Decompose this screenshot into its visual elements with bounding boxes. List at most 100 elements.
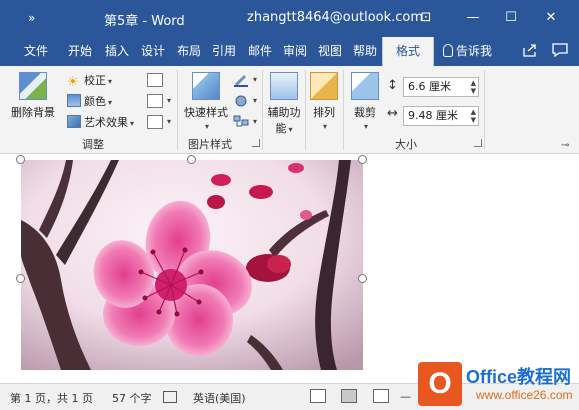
tell-me-search[interactable]: 告诉我 [443, 37, 492, 66]
chevron-down-icon: ▾ [363, 122, 368, 131]
tab-references[interactable]: 引用 [212, 37, 236, 66]
peach-blossom-image [21, 160, 363, 370]
chevron-down-icon: ▾ [204, 122, 209, 131]
watermark-brand: Office教程网 [466, 367, 572, 387]
quick-access-toolbar-more-icon[interactable]: » [28, 11, 35, 25]
share-icon[interactable] [521, 43, 539, 59]
chevron-down-icon: ▾ [322, 122, 327, 131]
tab-home[interactable]: 开始 [68, 37, 92, 66]
site-watermark: O Office教程网 www.office26.com [418, 359, 576, 409]
width-value: 9.48 厘米 [408, 109, 458, 122]
remove-background-icon [19, 72, 47, 100]
compress-pictures-icon[interactable] [147, 73, 163, 87]
crop-button[interactable]: 裁剪 ▾ [347, 72, 383, 131]
shape-width-icon: ↔ [387, 106, 398, 121]
chevron-down-icon[interactable]: ▾ [253, 96, 257, 105]
language-indicator[interactable]: 英语(美国) [193, 390, 246, 406]
remove-background-label: 删除背景 [11, 106, 55, 119]
picture-effects-icon[interactable] [233, 94, 249, 108]
artistic-effects-icon [67, 115, 81, 128]
print-layout-icon[interactable] [341, 389, 357, 403]
tab-help[interactable]: 帮助 [353, 37, 377, 66]
change-picture-icon[interactable] [147, 94, 163, 108]
document-canvas[interactable] [0, 154, 579, 383]
quick-styles-icon [192, 72, 220, 100]
web-layout-icon[interactable] [373, 389, 389, 403]
resize-handle-top[interactable] [187, 155, 196, 164]
group-label-size: 大小 [395, 138, 417, 151]
tab-format[interactable]: 格式 [382, 37, 434, 66]
group-divider [177, 70, 178, 150]
read-mode-icon[interactable] [310, 389, 326, 403]
resize-handle-top-right[interactable] [358, 155, 367, 164]
shape-height-icon: ↕ [387, 78, 398, 93]
account-email[interactable]: zhangtt8464@outlook.com [247, 10, 423, 25]
tab-insert[interactable]: 插入 [105, 37, 129, 66]
tab-view[interactable]: 视图 [318, 37, 342, 66]
maximize-button[interactable]: ☐ [497, 6, 525, 30]
arrange-icon [310, 72, 338, 100]
tab-design[interactable]: 设计 [141, 37, 165, 66]
page-count[interactable]: 第 1 页，共 1 页 [10, 390, 93, 406]
reset-picture-icon[interactable] [147, 115, 163, 129]
spinner-arrows-icon[interactable]: ▲ ▼ [471, 108, 476, 124]
proofing-icon[interactable] [163, 391, 177, 403]
color-button[interactable]: 颜色 ▾ [67, 93, 112, 110]
group-label-picture-styles: 图片样式 [188, 138, 232, 151]
corrections-button[interactable]: ☀ 校正 ▾ [67, 72, 112, 89]
crop-label: 裁剪 [354, 106, 376, 119]
artistic-effects-button[interactable]: 艺术效果 ▾ [67, 114, 134, 131]
chevron-down-icon: ▾ [108, 77, 113, 86]
dialog-launcher-icon[interactable] [474, 139, 482, 147]
artistic-effects-label: 艺术效果 [84, 116, 128, 129]
arrange-label: 排列 [313, 106, 335, 119]
color-label: 颜色 [84, 95, 106, 108]
arrange-button[interactable]: 排列 ▾ [308, 72, 340, 131]
chevron-down-icon[interactable]: ▾ [167, 117, 171, 126]
alt-text-button[interactable]: 辅助功 能 ▾ [265, 72, 303, 136]
minimize-button[interactable]: — [459, 6, 487, 30]
document-title: 第5章 - Word [104, 14, 185, 29]
chevron-down-icon: ▾ [288, 125, 293, 134]
remove-background-button[interactable]: 删除背景 [8, 72, 58, 120]
group-divider [484, 70, 485, 150]
selected-picture[interactable] [21, 160, 363, 370]
quick-styles-button[interactable]: 快速样式 ▾ [183, 72, 229, 131]
dialog-launcher-icon[interactable] [252, 139, 260, 147]
resize-handle-right[interactable] [358, 274, 367, 283]
color-icon [67, 94, 81, 107]
ribbon-tabs: 文件 开始 插入 设计 布局 引用 邮件 审阅 视图 帮助 格式 告诉我 [0, 37, 579, 66]
title-bar: » 第5章 - Word zhangtt8464@outlook.com ⊡ —… [0, 0, 579, 37]
comments-icon[interactable] [551, 43, 569, 59]
chevron-down-icon[interactable]: ▾ [167, 96, 171, 105]
height-value: 6.6 厘米 [408, 80, 451, 93]
close-button[interactable]: ✕ [537, 6, 565, 30]
quick-styles-label: 快速样式 [184, 106, 228, 119]
tab-layout[interactable]: 布局 [177, 37, 201, 66]
group-divider [305, 70, 306, 150]
tab-mailings[interactable]: 邮件 [248, 37, 272, 66]
group-divider [343, 70, 344, 150]
chevron-down-icon: ▾ [130, 119, 135, 128]
crop-icon [351, 72, 379, 100]
height-input[interactable]: 6.6 厘米 ▲ ▼ [403, 77, 479, 97]
office-logo-icon: O [418, 362, 462, 406]
lightbulb-icon [443, 44, 453, 57]
resize-handle-left[interactable] [16, 274, 25, 283]
spinner-arrows-icon[interactable]: ▲ ▼ [471, 79, 476, 95]
word-count[interactable]: 57 个字 [112, 390, 152, 406]
chevron-down-icon: ▾ [108, 98, 113, 107]
picture-layout-icon[interactable] [233, 115, 249, 129]
tab-file[interactable]: 文件 [24, 37, 48, 66]
chevron-down-icon[interactable]: ▾ [253, 117, 257, 126]
group-label-adjust: 调整 [82, 138, 104, 151]
width-input[interactable]: 9.48 厘米 ▲ ▼ [403, 106, 479, 126]
resize-handle-top-left[interactable] [16, 155, 25, 164]
picture-border-icon[interactable] [233, 73, 249, 87]
chevron-down-icon[interactable]: ▾ [253, 75, 257, 84]
alt-text-icon [270, 72, 298, 100]
ribbon-display-options-icon[interactable]: ⊡ [412, 6, 440, 30]
tab-review[interactable]: 审阅 [283, 37, 307, 66]
zoom-out-button[interactable]: — [400, 390, 411, 403]
collapse-ribbon-icon[interactable]: ⊸ [561, 140, 569, 151]
